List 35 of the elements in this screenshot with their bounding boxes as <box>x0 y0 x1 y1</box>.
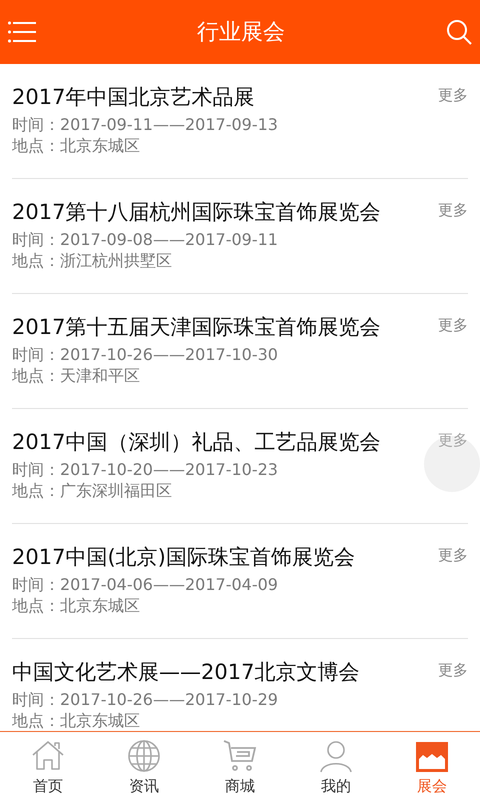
tab-item[interactable]: 资讯 <box>96 732 192 800</box>
tab-item[interactable]: 我的 <box>288 732 384 800</box>
exhibition-title[interactable]: 2017年中国北京艺术品展 <box>12 83 254 111</box>
tab-label: 商城 <box>225 776 255 796</box>
exhibition-title[interactable]: 2017第十五届天津国际珠宝首饰展览会 <box>12 313 380 341</box>
search-icon[interactable] <box>446 19 472 45</box>
tab-label: 展会 <box>417 776 447 796</box>
exhibition-time: 时间：2017-10-26——2017-10-29 <box>12 689 278 710</box>
tab-item[interactable]: 商城 <box>192 732 288 800</box>
exhibition-time: 时间：2017-09-11——2017-09-13 <box>12 114 278 135</box>
exhibition-location: 地点：浙江杭州拱墅区 <box>12 250 172 271</box>
exhibition-time: 时间：2017-04-06——2017-04-09 <box>12 574 278 595</box>
exhibition-location: 地点：广东深圳福田区 <box>12 480 172 501</box>
menu-icon[interactable] <box>8 21 36 43</box>
exhibition-time: 时间：2017-10-26——2017-10-30 <box>12 344 278 365</box>
exhibition-location: 地点：北京东城区 <box>12 710 140 731</box>
tab-label: 首页 <box>33 776 63 796</box>
tab-label: 我的 <box>321 776 351 796</box>
exhibition-title[interactable]: 2017中国(北京)国际珠宝首饰展览会 <box>12 543 355 571</box>
cart-icon <box>222 739 258 774</box>
exhibition-title[interactable]: 中国文化艺术展——2017北京文博会 <box>12 658 360 686</box>
globe-icon <box>126 739 162 774</box>
exhibition-location: 地点：天津和平区 <box>12 365 140 386</box>
exhibition-title[interactable]: 2017中国（深圳）礼品、工艺品展览会 <box>12 428 380 456</box>
exhibition-time: 时间：2017-10-20——2017-10-23 <box>12 459 278 480</box>
page-title: 行业展会 <box>197 19 285 47</box>
tab-item[interactable]: 首页 <box>0 732 96 800</box>
exhibition-location: 地点：北京东城区 <box>12 135 140 156</box>
exhibition-time: 时间：2017-09-08——2017-09-11 <box>12 229 278 250</box>
person-icon <box>318 739 354 774</box>
exhibition-location: 地点：北京东城区 <box>12 595 140 616</box>
storefront-icon <box>414 739 450 774</box>
exhibition-title[interactable]: 2017第十八届杭州国际珠宝首饰展览会 <box>12 198 380 226</box>
tab-item[interactable]: 展会 <box>384 732 480 800</box>
tab-label: 资讯 <box>129 776 159 796</box>
